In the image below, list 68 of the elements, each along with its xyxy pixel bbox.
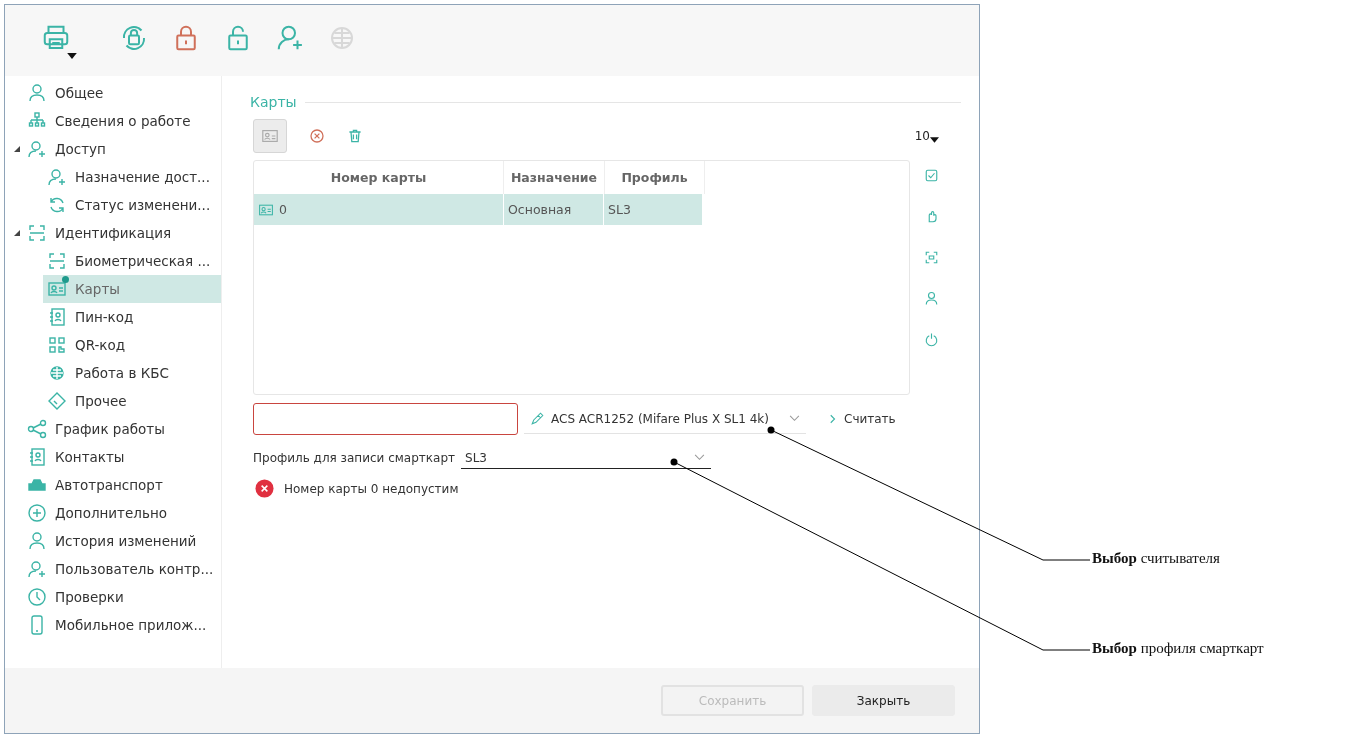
caret-icon	[67, 52, 77, 59]
globe-icon	[47, 363, 67, 383]
error-message: Номер карты 0 недопустим	[284, 481, 459, 496]
table-cell: 0	[279, 202, 287, 217]
sidebar-item[interactable]: Статус изменени...	[5, 191, 221, 219]
person-icon[interactable]	[924, 291, 939, 306]
chevron-down-icon	[789, 415, 800, 422]
sidebar-item[interactable]: История изменений	[5, 527, 221, 555]
cancel-icon[interactable]	[309, 128, 325, 144]
table-cell: SL3	[608, 202, 631, 217]
sidebar-item[interactable]: Назначение дост...	[5, 163, 221, 191]
sidebar-item[interactable]: Общее	[5, 79, 221, 107]
sidebar-item[interactable]: Работа в КБС	[5, 359, 221, 387]
callout-label: Выбор профиля смарткарт	[1092, 640, 1264, 657]
table-cell: Основная	[508, 202, 572, 217]
id-card-icon	[261, 127, 279, 145]
sidebar-item[interactable]: Мобильное прилож...	[5, 611, 221, 639]
clock-icon	[27, 587, 47, 607]
sidebar-item[interactable]: Автотранспорт	[5, 471, 221, 499]
user-plus-icon	[27, 139, 47, 159]
sidebar-item[interactable]: Пользователь контр...	[5, 555, 221, 583]
sidebar-item[interactable]: График работы	[5, 415, 221, 443]
read-button[interactable]: Считать	[824, 411, 902, 427]
scan-frame-icon	[47, 251, 67, 271]
share-icon	[27, 419, 47, 439]
person-icon	[27, 531, 47, 551]
add-card-button[interactable]	[253, 119, 287, 153]
sidebar-item[interactable]: Идентификация	[5, 219, 221, 247]
scan-frame-icon	[27, 223, 47, 243]
sidebar-item[interactable]: Дополнительно	[5, 499, 221, 527]
power-icon[interactable]	[924, 332, 939, 347]
reader-dropdown[interactable]: ACS ACR1252 (Mifare Plus X SL1 4k)	[524, 404, 806, 434]
callout-label: Выбор считывателя	[1092, 550, 1220, 567]
expand-triangle-icon[interactable]	[14, 146, 20, 152]
sidebar-item[interactable]: Прочее	[5, 387, 221, 415]
table-row[interactable]: 0 Основная SL3	[254, 194, 909, 225]
section-title: Карты	[250, 94, 297, 110]
sidebar-item[interactable]: Сведения о работе	[5, 107, 221, 135]
contact-book-icon	[27, 447, 47, 467]
refresh-icon	[47, 195, 67, 215]
person-icon	[27, 83, 47, 103]
trash-icon[interactable]	[347, 128, 363, 144]
contact-book-icon	[47, 307, 67, 327]
scan-frame-icon[interactable]	[924, 250, 939, 265]
expand-triangle-icon[interactable]	[14, 230, 20, 236]
id-card-icon	[47, 279, 67, 299]
user-plus-icon	[47, 167, 67, 187]
sidebar-item[interactable]: Пин-код	[5, 303, 221, 331]
chevron-down-icon	[694, 454, 705, 461]
sidebar-item[interactable]: QR-код	[5, 331, 221, 359]
sidebar-item[interactable]: Доступ	[5, 135, 221, 163]
close-button[interactable]: Закрыть	[812, 685, 955, 716]
sidebar-item[interactable]: Карты	[43, 275, 221, 303]
plus-circle-icon	[27, 503, 47, 523]
chevron-right-icon	[830, 414, 836, 424]
checkbox-icon[interactable]	[924, 168, 939, 183]
sidebar-item[interactable]: Проверки	[5, 583, 221, 611]
caret-icon	[930, 137, 939, 143]
page-size-dropdown[interactable]: 10	[914, 129, 939, 143]
error-icon	[255, 479, 274, 498]
pencil-icon	[530, 411, 545, 426]
user-plus-icon	[27, 559, 47, 579]
tag-icon	[47, 391, 67, 411]
qr-code-icon	[47, 335, 67, 355]
sidebar-item[interactable]: Контакты	[5, 443, 221, 471]
card-number-field[interactable]	[253, 403, 518, 435]
field-label: Профиль для записи смарткарт	[253, 451, 455, 465]
sidebar-item[interactable]: Биометрическая ...	[5, 247, 221, 275]
